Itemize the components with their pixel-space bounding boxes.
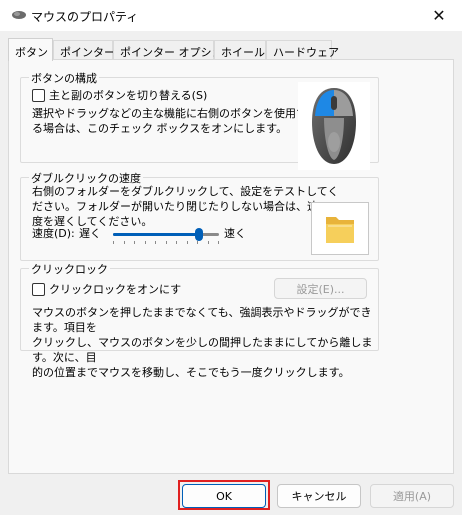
mouse-illustration — [298, 82, 370, 170]
tab-buttons[interactable]: ボタン — [8, 38, 53, 61]
tick — [218, 241, 219, 244]
tick — [155, 241, 156, 244]
tab-panel: ボタンの構成 主と副のボタンを切り替える(S) 選択やドラッグなどの主な機能に右… — [8, 59, 454, 474]
slider-thumb[interactable] — [195, 228, 203, 241]
tick — [144, 241, 146, 244]
desc-line: クリックし、マウスのボタンを少しの間押したままにしてから離します。次に、目 — [32, 336, 373, 364]
tab-wheel[interactable]: ホイール — [214, 40, 266, 60]
swap-buttons-checkbox[interactable] — [32, 88, 45, 102]
tab-label: ホイール — [221, 46, 265, 59]
desc-line: る場合は、このチェック ボックスをオンにします。 — [32, 122, 288, 135]
test-folder[interactable] — [311, 202, 369, 255]
speed-slider[interactable] — [113, 228, 219, 249]
desc-line: 右側のフォルダーをダブルクリックして、設定をテストしてく — [32, 185, 339, 198]
slider-fill — [113, 233, 199, 236]
fast-label: 速く — [224, 227, 246, 240]
apply-button[interactable]: 適用(A) — [370, 484, 454, 508]
click-lock-group: クリックロック クリックロックをオンにす 設定(E)... マウスのボタンを押し… — [20, 261, 379, 379]
desc-line: ださい。フォルダーが開いたり閉じたりしない場合は、速 — [32, 200, 318, 213]
desc-line: 的の位置までマウスを移動し、そこでもう一度クリックします。 — [32, 366, 350, 379]
desc-line: マウスのボタンを押したままでなくても、強調表示やドラッグができます。項目を — [32, 306, 372, 334]
mouse-app-icon — [12, 11, 26, 19]
cancel-button[interactable]: キャンセル — [277, 484, 361, 508]
slider-ticks — [113, 241, 219, 244]
tab-label: ボタン — [15, 46, 48, 59]
click-lock-label: クリックロックをオンにす — [49, 283, 182, 296]
swap-buttons-row[interactable]: 主と副のボタンを切り替える(S) — [32, 87, 207, 103]
button-config-group: ボタンの構成 主と副のボタンを切り替える(S) 選択やドラッグなどの主な機能に右… — [20, 70, 379, 170]
click-lock-settings-button[interactable]: 設定(E)... — [274, 278, 367, 299]
title-bar: マウスのプロパティ ✕ — [0, 0, 462, 31]
window-title: マウスのプロパティ — [31, 10, 139, 24]
button-label: 適用(A) — [392, 490, 432, 503]
tick — [207, 241, 209, 244]
tab-pointers[interactable]: ポインター — [53, 40, 115, 60]
tab-label: ハードウェア — [273, 46, 339, 59]
button-label: OK — [216, 489, 232, 503]
tick — [197, 241, 198, 244]
tick — [113, 241, 114, 244]
tab-pointer-options[interactable]: ポインター オプション — [113, 40, 234, 60]
button-label: キャンセル — [291, 490, 347, 503]
slow-label: 遅く — [79, 227, 101, 240]
desc-line: 選択やドラッグなどの主な機能に右側のボタンを使用す — [32, 107, 307, 120]
ok-button[interactable]: OK — [182, 484, 266, 508]
button-label: 設定(E)... — [296, 282, 345, 296]
group-legend: クリックロック — [29, 261, 110, 277]
close-icon: ✕ — [432, 6, 446, 25]
close-button[interactable]: ✕ — [416, 0, 462, 31]
tick — [186, 241, 188, 244]
double-click-description: 右側のフォルダーをダブルクリックして、設定をテストしてく ださい。フォルダーが開… — [32, 184, 338, 229]
tick — [123, 241, 125, 244]
click-lock-description: マウスのボタンを押したままでなくても、強調表示やドラッグができます。項目を クリ… — [32, 305, 378, 380]
group-legend: ボタンの構成 — [29, 70, 99, 86]
button-config-description: 選択やドラッグなどの主な機能に右側のボタンを使用す る場合は、このチェック ボッ… — [32, 106, 307, 136]
folder-icon — [326, 217, 354, 243]
tick — [165, 241, 167, 244]
tab-hardware[interactable]: ハードウェア — [266, 40, 339, 60]
tick — [176, 241, 177, 244]
click-lock-row[interactable]: クリックロックをオンにす — [32, 281, 181, 297]
mouse-image-icon — [312, 88, 356, 164]
speed-label: 速度(D): — [32, 227, 75, 240]
desc-line: 度を遅くしてください。 — [32, 215, 153, 228]
click-lock-checkbox[interactable] — [32, 282, 45, 296]
swap-buttons-label: 主と副のボタンを切り替える(S) — [49, 89, 208, 102]
tick — [134, 241, 135, 244]
tab-label: ポインター — [60, 46, 115, 59]
double-click-speed-group: ダブルクリックの速度 右側のフォルダーをダブルクリックして、設定をテストしてく … — [20, 170, 379, 261]
